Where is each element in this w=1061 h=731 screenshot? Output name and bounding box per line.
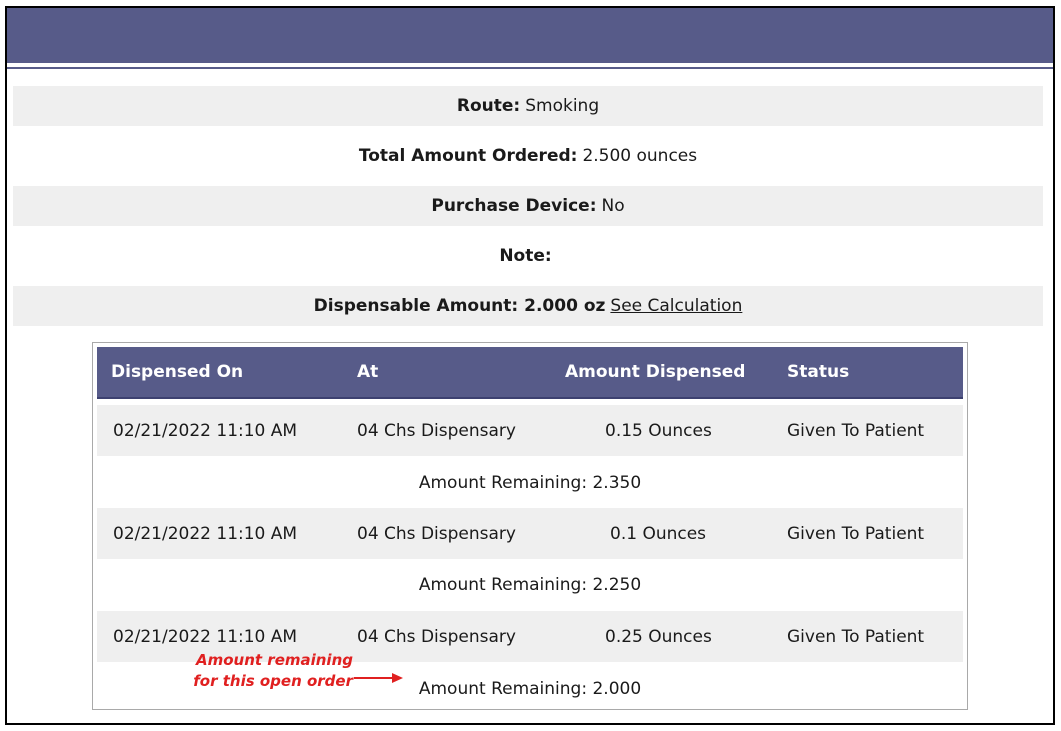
dispensed-on-cell: 02/21/2022 11:10 AM: [113, 523, 298, 544]
note-label: Note:: [499, 246, 552, 266]
location-cell: 04 Chs Dispensary: [357, 523, 516, 544]
annotation-line-2: for this open order: [193, 672, 353, 690]
header-dispensed-on: Dispensed On: [111, 362, 244, 382]
route-label: Route:: [456, 96, 521, 116]
status-cell: Given To Patient: [787, 420, 925, 441]
annotation-line-1: Amount remaining: [196, 651, 353, 669]
table-header-row: Dispensed On At Amount Dispensed Status: [97, 347, 963, 399]
see-calculation-link[interactable]: See Calculation: [610, 296, 742, 316]
route-row: Route: Smoking: [13, 86, 1043, 126]
header-status: Status: [787, 362, 850, 382]
annotation-callout: Amount remaining for this open order: [181, 650, 353, 692]
route-value: Smoking: [525, 96, 600, 116]
total-ordered-value: 2.500 ounces: [582, 146, 698, 166]
header-at: At: [357, 362, 379, 382]
amount-remaining-row: Amount Remaining: 2.350: [418, 472, 642, 493]
table-row: 02/21/2022 11:10 AM 04 Chs Dispensary 0.…: [97, 508, 963, 559]
dispensed-on-cell: 02/21/2022 11:10 AM: [113, 420, 298, 441]
note-row: Note:: [13, 236, 1043, 276]
status-cell: Given To Patient: [787, 523, 925, 544]
amount-cell: 0.1 Ounces: [610, 523, 707, 544]
purchase-device-row: Purchase Device: No: [13, 186, 1043, 226]
header-divider: [7, 67, 1053, 69]
table-row: 02/21/2022 11:10 AM 04 Chs Dispensary 0.…: [97, 405, 963, 456]
dispensable-amount-text: Dispensable Amount: 2.000 oz: [313, 296, 606, 316]
total-ordered-label: Total Amount Ordered:: [358, 146, 578, 166]
purchase-device-value: No: [601, 196, 625, 216]
dispensable-amount-row: Dispensable Amount: 2.000 oz See Calcula…: [13, 286, 1043, 326]
amount-cell: 0.25 Ounces: [605, 626, 712, 647]
panel-header-bar: [7, 8, 1053, 63]
header-amount-dispensed: Amount Dispensed: [565, 362, 746, 382]
purchase-device-label: Purchase Device:: [431, 196, 597, 216]
total-ordered-row: Total Amount Ordered: 2.500 ounces: [13, 136, 1043, 176]
amount-remaining-row: Amount Remaining: 2.250: [418, 574, 642, 595]
location-cell: 04 Chs Dispensary: [357, 626, 516, 647]
status-cell: Given To Patient: [787, 626, 925, 647]
location-cell: 04 Chs Dispensary: [357, 420, 516, 441]
amount-cell: 0.15 Ounces: [605, 420, 712, 441]
annotation-arrow-icon: [354, 673, 403, 683]
